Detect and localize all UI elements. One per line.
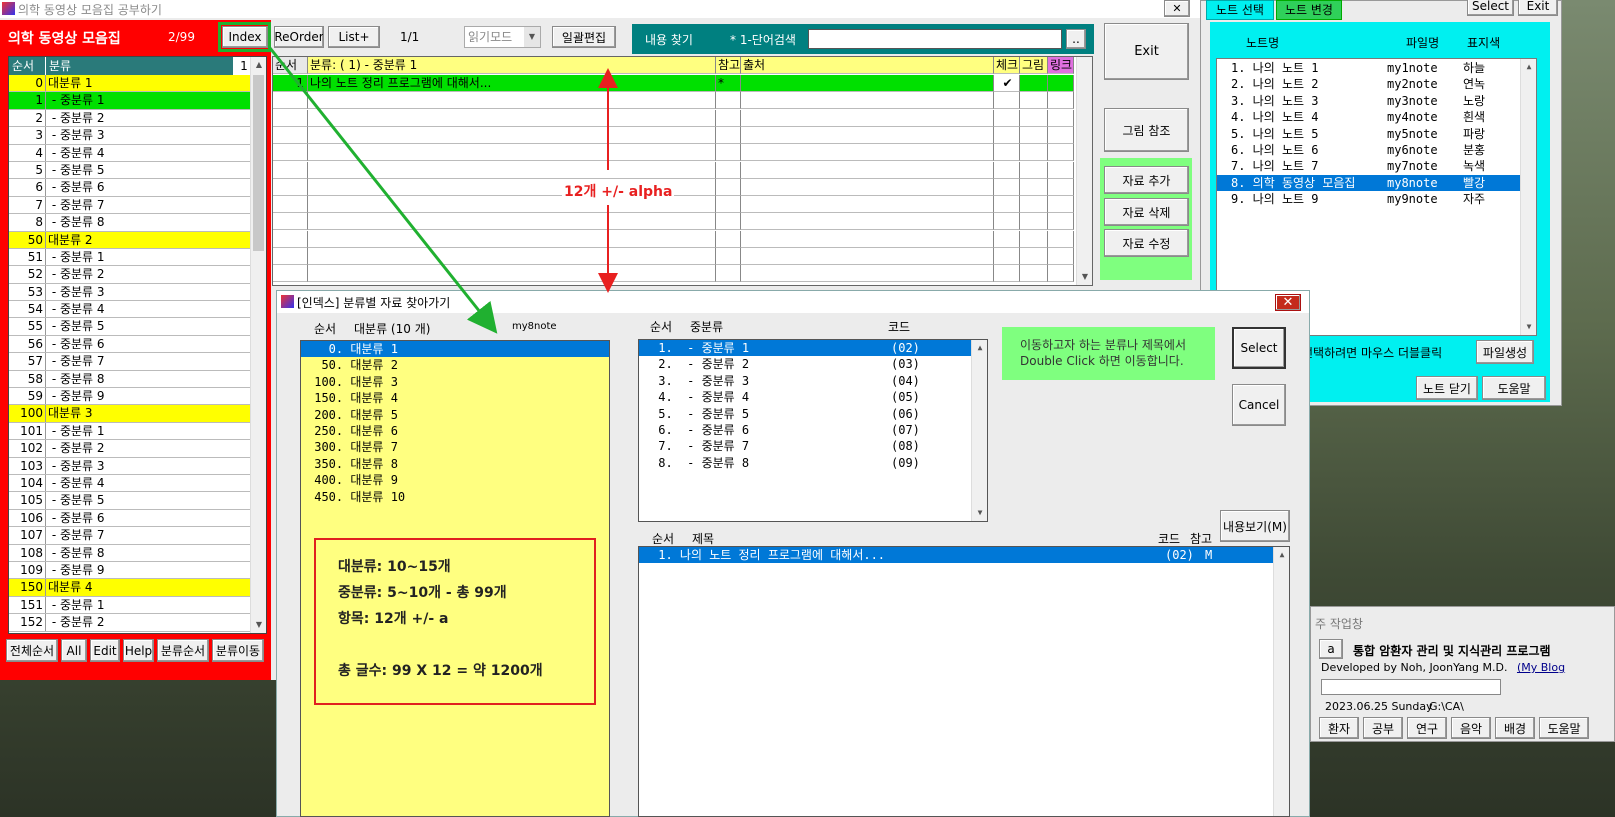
annotation-overlay [268, 47, 618, 334]
arrow-diagonal-icon [268, 47, 498, 334]
grid-annotation: 12개 +/- alpha [562, 181, 675, 201]
